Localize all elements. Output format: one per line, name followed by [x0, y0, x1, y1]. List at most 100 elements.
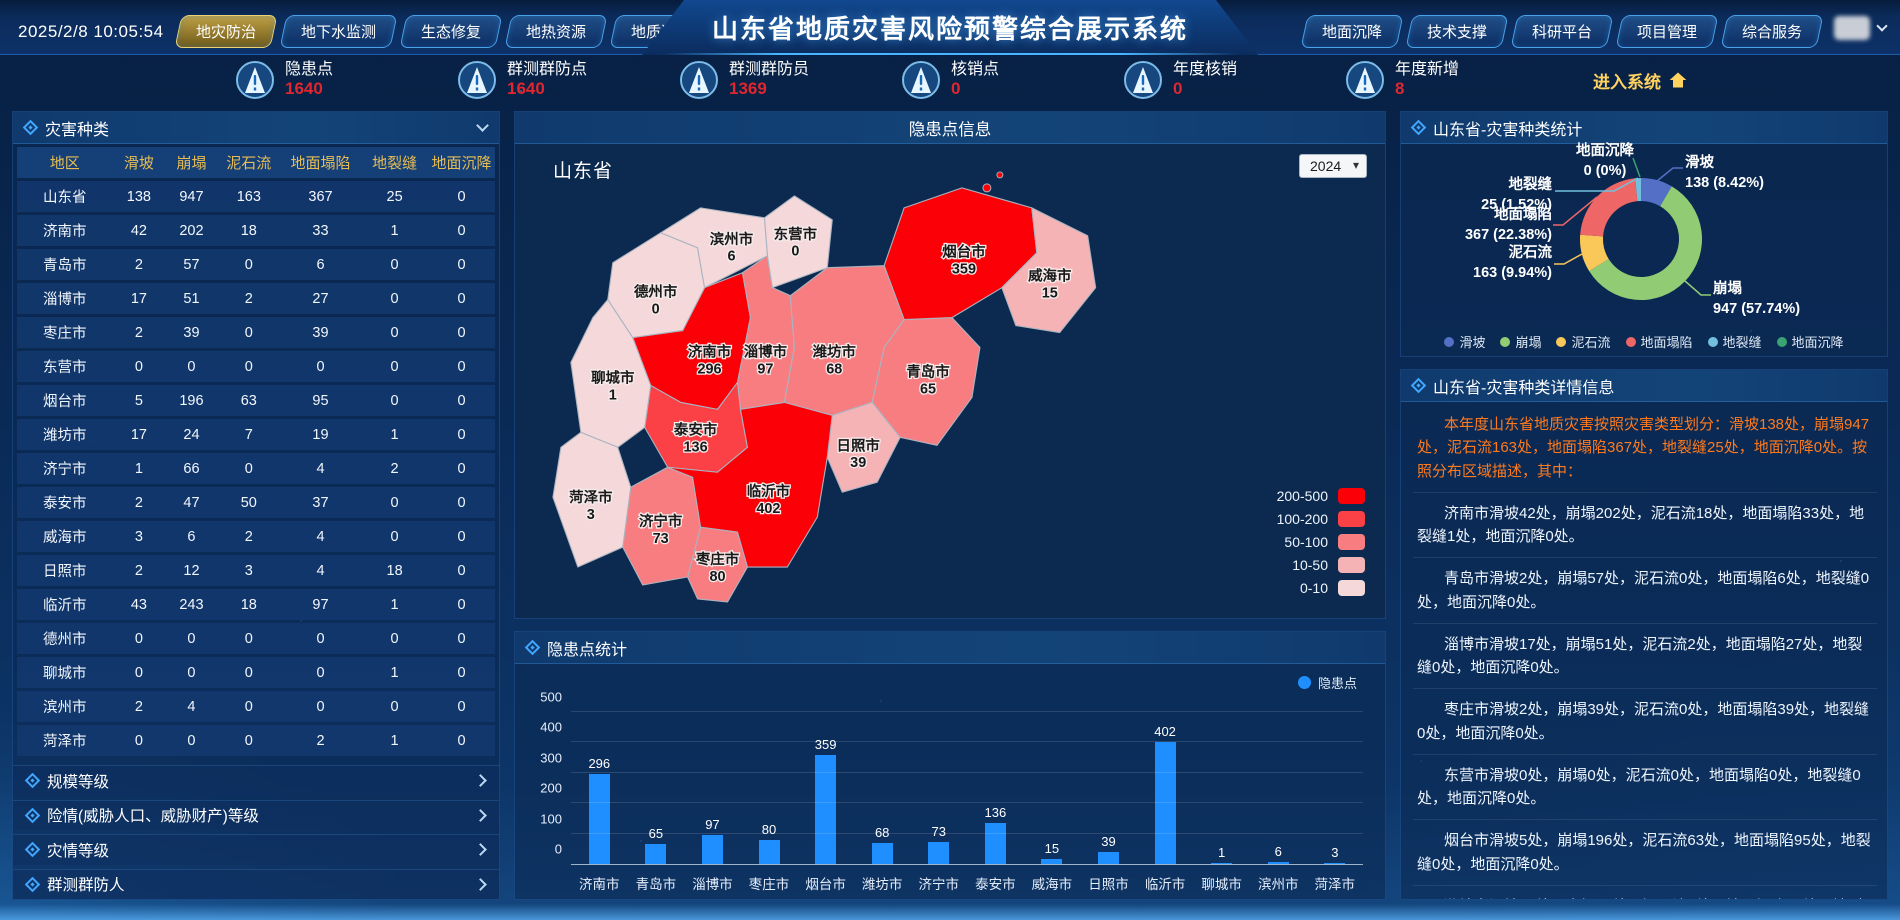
map-panel-title: 隐患点信息 — [909, 116, 992, 140]
donut-legend-item[interactable]: 滑坡 — [1444, 332, 1485, 351]
header-tab[interactable]: 综合服务 — [1720, 15, 1823, 48]
details-scroll-area[interactable]: 本年度山东省地质灾害按照灾害类型划分：滑坡138处，崩塌947处，泥石流163处… — [1401, 402, 1887, 899]
stat-item[interactable]: 年度新增8 — [1345, 60, 1567, 100]
collapse-chevron-icon[interactable] — [476, 119, 489, 132]
header-tab-label: 项目管理 — [1637, 21, 1697, 42]
table-row[interactable]: 东营市000000 — [17, 351, 495, 382]
donut-legend-item[interactable]: 地裂缝 — [1708, 332, 1762, 351]
header-tab[interactable]: 科研平台 — [1510, 15, 1613, 48]
table-row[interactable]: 青岛市2570600 — [17, 249, 495, 280]
accordion-item[interactable]: 群测群防人 — [13, 869, 499, 900]
table-cell: 0 — [218, 351, 280, 382]
stat-item[interactable]: 隐患点1640 — [235, 60, 457, 100]
bar-chart-legend[interactable]: 隐患点 — [1298, 673, 1357, 692]
home-icon — [1668, 70, 1688, 90]
legend-range-label: 0-10 — [1300, 580, 1328, 596]
table-cell: 0 — [218, 453, 280, 484]
table-row[interactable]: 威海市362400 — [17, 521, 495, 552]
table-cell: 18 — [218, 589, 280, 620]
gridline — [571, 802, 1363, 803]
avatar[interactable] — [1834, 16, 1870, 40]
map-body: 山东省 2024 济南市296青岛市65淄博市97枣庄市80东营市0烟台市359… — [515, 144, 1385, 618]
accordion-item[interactable]: 规模等级 — [13, 765, 499, 796]
header-tab[interactable]: 技术支撑 — [1405, 15, 1508, 48]
table-row[interactable]: 济宁市1660420 — [17, 453, 495, 484]
legend-swatch — [1338, 580, 1365, 596]
table-header-row: 地区滑坡崩塌泥石流地面塌陷地裂缝地面沉降 — [17, 147, 495, 178]
bar[interactable] — [985, 823, 1006, 864]
table-row[interactable]: 日照市21234180 — [17, 555, 495, 586]
accordion-item[interactable]: 险情(威胁人口、威胁财产)等级 — [13, 800, 499, 831]
table-cell: 3 — [113, 521, 166, 552]
table-row[interactable]: 泰安市247503700 — [17, 487, 495, 518]
header-tab[interactable]: 项目管理 — [1615, 15, 1718, 48]
table-row[interactable]: 临沂市43243189710 — [17, 589, 495, 620]
accordion-item[interactable]: 灾情等级 — [13, 834, 499, 865]
table-cell: 3 — [218, 555, 280, 586]
bar-value-label: 3 — [1331, 845, 1338, 860]
header-tab[interactable]: 地下水监测 — [279, 15, 397, 48]
table-cell: 0 — [428, 521, 495, 552]
table-cell: 18 — [361, 555, 428, 586]
table-row[interactable]: 枣庄市23903900 — [17, 317, 495, 348]
table-row[interactable]: 烟台市5196639500 — [17, 385, 495, 416]
accordion-label: 险情(威胁人口、威胁财产)等级 — [47, 804, 259, 826]
table-cell: 0 — [218, 657, 280, 688]
chevron-right-icon — [474, 878, 487, 891]
bar[interactable] — [702, 835, 723, 864]
diamond-icon — [1411, 378, 1427, 394]
table-cell: 0 — [428, 589, 495, 620]
table-row[interactable]: 聊城市000010 — [17, 657, 495, 688]
legend-range-label: 10-50 — [1292, 557, 1328, 573]
table-cell: 0 — [428, 317, 495, 348]
bar[interactable] — [872, 843, 893, 864]
stat-item[interactable]: 群测群防员1369 — [679, 60, 901, 100]
table-cell: 27 — [280, 283, 361, 314]
header-tab[interactable]: 地面沉降 — [1300, 15, 1403, 48]
bar[interactable] — [1041, 859, 1062, 864]
bar[interactable] — [759, 840, 780, 864]
header-tab[interactable]: 地热资源 — [504, 15, 607, 48]
bar[interactable] — [589, 774, 610, 864]
donut-legend-item[interactable]: 崩塌 — [1500, 332, 1541, 351]
donut-legend-item[interactable]: 地面沉降 — [1777, 332, 1844, 351]
legend-dot — [1556, 337, 1566, 347]
bar[interactable] — [645, 844, 666, 864]
user-menu[interactable] — [1834, 16, 1886, 48]
header-tab[interactable]: 地灾防治 — [174, 15, 277, 48]
stat-item[interactable]: 群测群防点1640 — [457, 60, 679, 100]
table-row[interactable]: 济南市42202183310 — [17, 215, 495, 246]
stat-item[interactable]: 核销点0 — [901, 60, 1123, 100]
donut-legend-item[interactable]: 泥石流 — [1556, 332, 1610, 351]
bar[interactable] — [1098, 852, 1119, 864]
donut-slice[interactable] — [1580, 178, 1637, 236]
map-legend-item: 100-200 — [1277, 511, 1365, 527]
donut-legend-item[interactable]: 地面塌陷 — [1626, 332, 1693, 351]
table-row[interactable]: 德州市000000 — [17, 623, 495, 654]
table-cell: 0 — [428, 691, 495, 722]
table-row[interactable]: 菏泽市000210 — [17, 725, 495, 756]
table-cell: 1 — [361, 215, 428, 246]
bar[interactable] — [928, 842, 949, 864]
table-cell: 39 — [165, 317, 218, 348]
table-cell: 367 — [280, 181, 361, 212]
table-cell: 196 — [165, 385, 218, 416]
header-tab[interactable]: 生态修复 — [399, 15, 502, 48]
table-cell: 德州市 — [17, 623, 113, 654]
legend-item-label: 泥石流 — [1571, 332, 1610, 351]
year-select[interactable]: 2024 — [1299, 154, 1367, 178]
y-axis-tick: 500 — [540, 690, 562, 705]
top-header: 2025/2/8 10:05:54 地灾防治地下水监测生态修复地热资源地质遗迹 … — [0, 0, 1900, 55]
table-row[interactable]: 滨州市240000 — [17, 691, 495, 722]
table-row[interactable]: 山东省138947163367250 — [17, 181, 495, 212]
bar[interactable] — [1211, 863, 1232, 864]
table-cell: 日照市 — [17, 555, 113, 586]
table-row[interactable]: 潍坊市172471910 — [17, 419, 495, 450]
bar[interactable] — [1324, 863, 1345, 864]
bar[interactable] — [1268, 862, 1289, 864]
table-row[interactable]: 淄博市175122700 — [17, 283, 495, 314]
enter-system-button[interactable]: 进入系统 — [1593, 68, 1688, 93]
disaster-type-header[interactable]: 灾害种类 — [13, 112, 499, 144]
table-cell: 138 — [113, 181, 166, 212]
stat-item[interactable]: 年度核销0 — [1123, 60, 1345, 100]
